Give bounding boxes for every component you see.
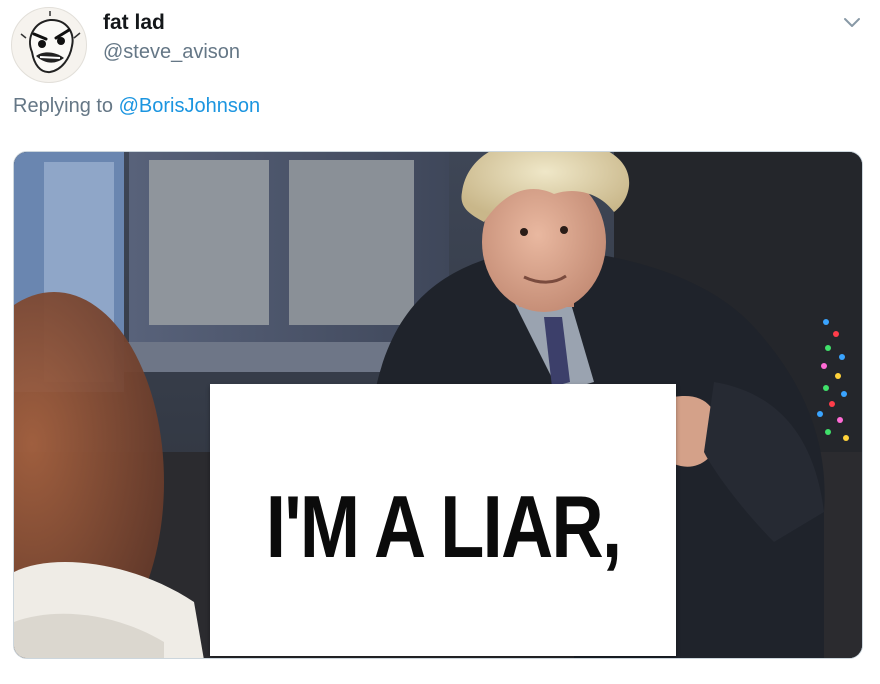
tweet-media[interactable]: I'M A LIAR,: [13, 151, 863, 659]
rage-face-icon: [20, 11, 81, 74]
sign-card: I'M A LIAR,: [210, 384, 676, 656]
replying-to: Replying to @BorisJohnson: [13, 95, 260, 118]
chevron-down-icon[interactable]: [838, 11, 866, 35]
display-name[interactable]: fat lad: [103, 11, 165, 35]
sign-text: I'M A LIAR,: [265, 477, 622, 576]
tweet: fat lad @steve_avison Replying to @Boris…: [0, 0, 880, 684]
reply-mention-link[interactable]: @BorisJohnson: [119, 95, 260, 117]
avatar[interactable]: [11, 7, 87, 83]
replying-to-label: Replying to: [13, 95, 119, 117]
user-handle[interactable]: @steve_avison: [103, 41, 240, 64]
